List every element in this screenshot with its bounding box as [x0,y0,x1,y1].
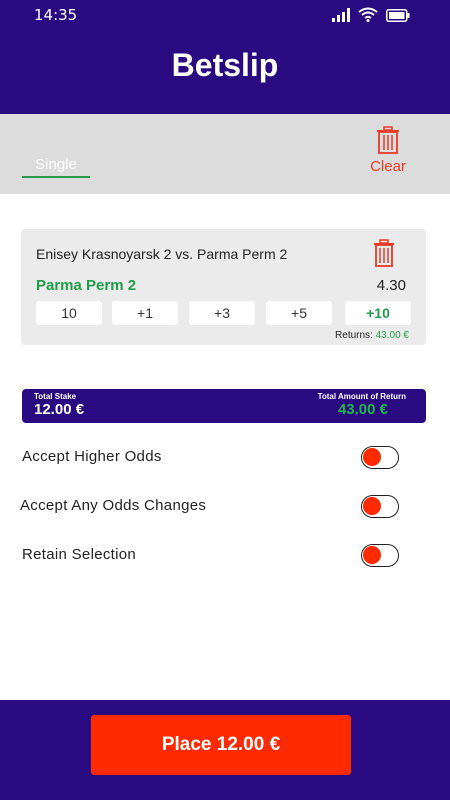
stake-plus-5-button[interactable]: +5 [266,301,332,325]
returns-label: Returns: [335,330,373,341]
signal-icon [332,7,350,26]
stake-plus-3-button[interactable]: +3 [189,301,255,325]
toggle-knob [363,497,381,515]
toggle-row-retain: Retain Selection [0,544,450,570]
total-return-label: Total Amount of Return [317,392,406,401]
status-time: 14:35 [34,6,78,24]
toggle-row-higher-odds: Accept Higher Odds [0,446,450,472]
toggle-label: Accept Higher Odds [22,448,162,465]
betslip-tabs-bar: Single Clear [0,114,450,194]
remove-bet-icon[interactable] [373,239,395,271]
battery-icon [386,7,410,26]
bet-card: Enisey Krasnoyarsk 2 vs. Parma Perm 2 Pa… [21,229,426,345]
app-header: Betslip [0,30,450,114]
place-bet-button[interactable]: Place 12.00 € [91,715,351,775]
page-title: Betslip [171,47,279,83]
match-name: Enisey Krasnoyarsk 2 vs. Parma Perm 2 [36,246,288,262]
stake-input[interactable]: 10 [36,301,102,325]
returns-value: 43.00 € [375,330,409,341]
tab-single[interactable]: Single [22,156,90,178]
selection-name: Parma Perm 2 [36,277,137,294]
toggle-knob [363,448,381,466]
status-icons [332,7,410,26]
accept-higher-odds-toggle[interactable] [361,446,399,469]
stake-buttons: 10 +1 +3 +5 +10 [36,301,411,325]
returns: Returns: 43.00 € [335,330,409,341]
total-return-value: 43.00 € [337,401,388,418]
retain-selection-toggle[interactable] [361,544,399,567]
wifi-icon [358,7,378,26]
toggle-row-any-odds: Accept Any Odds Changes [0,495,450,521]
toggle-knob [363,546,381,564]
stake-plus-10-button[interactable]: +10 [345,301,411,325]
total-stake-label: Total Stake [34,392,77,401]
toggle-label: Accept Any Odds Changes [20,497,207,514]
footer: Place 12.00 € [0,700,450,800]
totals-bar: Total Stake 12.00 € Total Amount of Retu… [22,389,426,423]
status-bar: 14:35 [0,0,450,30]
stake-plus-1-button[interactable]: +1 [112,301,178,325]
accept-any-odds-changes-toggle[interactable] [361,495,399,518]
clear-button[interactable]: Clear [364,126,412,175]
trash-icon [376,126,400,158]
clear-label: Clear [370,158,406,175]
toggle-label: Retain Selection [22,546,137,563]
odds-value: 4.30 [376,277,406,294]
total-stake-value: 12.00 € [34,401,85,418]
